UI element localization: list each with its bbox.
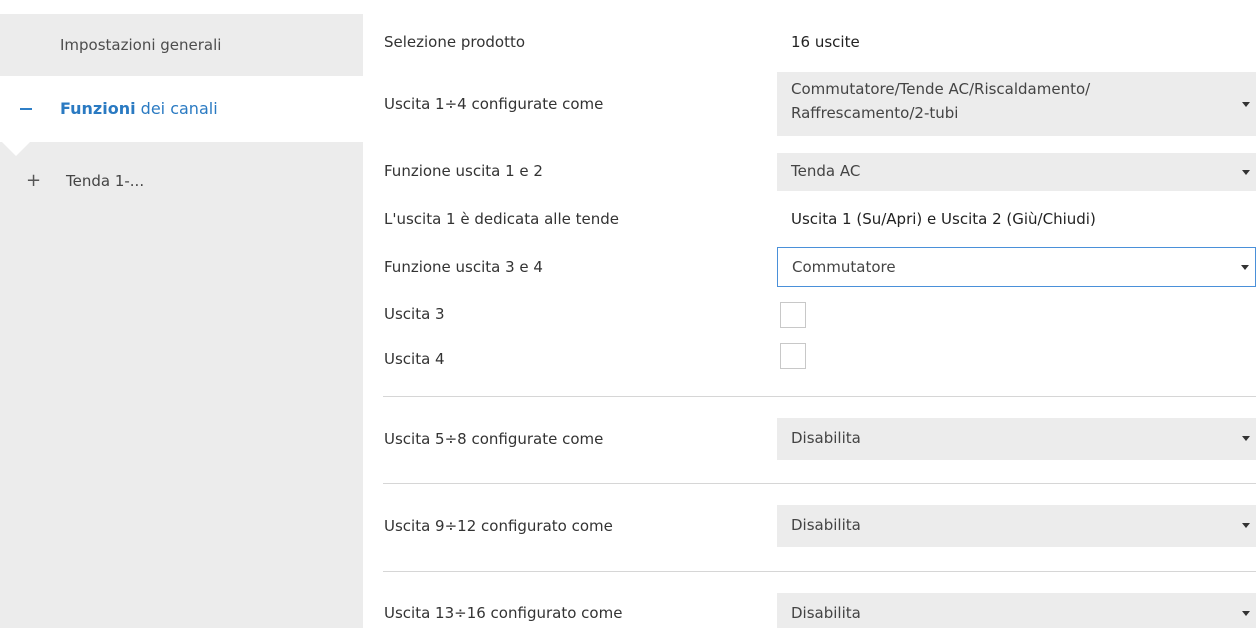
output-3-4-function-label: Funzione uscita 3 e 4 — [384, 258, 543, 276]
divider — [383, 396, 1256, 397]
sidebar-item-label: Funzioni dei canali — [60, 99, 218, 118]
output-3-4-function-dropdown[interactable]: Commutatore — [777, 247, 1256, 287]
selection-notch — [2, 142, 30, 156]
expand-icon[interactable]: + — [26, 166, 41, 196]
dropdown-value: Disabilita — [791, 604, 861, 622]
chevron-down-icon — [1242, 611, 1250, 616]
output-3-label: Uscita 3 — [384, 305, 445, 323]
dropdown-value: Disabilita — [791, 429, 861, 447]
chevron-down-icon — [1242, 170, 1250, 175]
sidebar-item-label: Tenda 1-... — [66, 172, 145, 190]
sidebar: Impostazioni generali Funzioni dei canal… — [0, 0, 363, 628]
chevron-down-icon — [1242, 436, 1250, 441]
output-4-label: Uscita 4 — [384, 350, 445, 368]
chevron-down-icon — [1242, 102, 1250, 107]
divider — [383, 483, 1256, 484]
output-4-checkbox[interactable] — [780, 343, 806, 369]
sidebar-item-general-settings[interactable]: Impostazioni generali — [0, 14, 363, 76]
chevron-down-icon — [1242, 523, 1250, 528]
sidebar-item-channel-functions[interactable]: Funzioni dei canali — [0, 76, 363, 142]
output-3-checkbox[interactable] — [780, 302, 806, 328]
dropdown-value: Commutatore — [792, 258, 896, 276]
sidebar-item-label: Impostazioni generali — [60, 36, 222, 54]
dropdown-value-line-2: Raffrescamento/2-tubi — [791, 104, 959, 122]
chevron-down-icon — [1241, 265, 1249, 270]
product-selection-value: 16 uscite — [791, 33, 860, 51]
collapse-icon[interactable] — [20, 108, 32, 110]
outputs-13-16-label: Uscita 13÷16 configurato come — [384, 604, 623, 622]
sidebar-item-tenda[interactable]: + Tenda 1-... — [0, 166, 363, 196]
outputs-5-8-label: Uscita 5÷8 configurate come — [384, 430, 604, 448]
outputs-5-8-dropdown[interactable]: Disabilita — [777, 418, 1256, 460]
output-1-dedicated-label: L'uscita 1 è dedicata alle tende — [384, 210, 619, 228]
divider — [383, 571, 1256, 572]
product-selection-label: Selezione prodotto — [384, 33, 526, 51]
outputs-1-4-dropdown[interactable]: Commutatore/Tende AC/Riscaldamento/ Raff… — [777, 72, 1256, 136]
sidebar-subtree: + Tenda 1-... — [0, 142, 363, 628]
outputs-13-16-dropdown[interactable]: Disabilita — [777, 593, 1256, 628]
parameters-panel: Selezione prodotto 16 uscite Uscita 1÷4 … — [363, 0, 1256, 628]
output-1-dedicated-value: Uscita 1 (Su/Apri) e Uscita 2 (Giù/Chiud… — [791, 210, 1096, 228]
dropdown-value: Tenda AC — [791, 162, 861, 180]
output-1-2-function-dropdown[interactable]: Tenda AC — [777, 153, 1256, 191]
outputs-9-12-label: Uscita 9÷12 configurato come — [384, 517, 613, 535]
dropdown-value: Disabilita — [791, 516, 861, 534]
dropdown-value-line-1: Commutatore/Tende AC/Riscaldamento/ — [791, 80, 1091, 98]
outputs-9-12-dropdown[interactable]: Disabilita — [777, 505, 1256, 547]
outputs-1-4-label: Uscita 1÷4 configurate come — [384, 95, 604, 113]
output-1-2-function-label: Funzione uscita 1 e 2 — [384, 162, 543, 180]
